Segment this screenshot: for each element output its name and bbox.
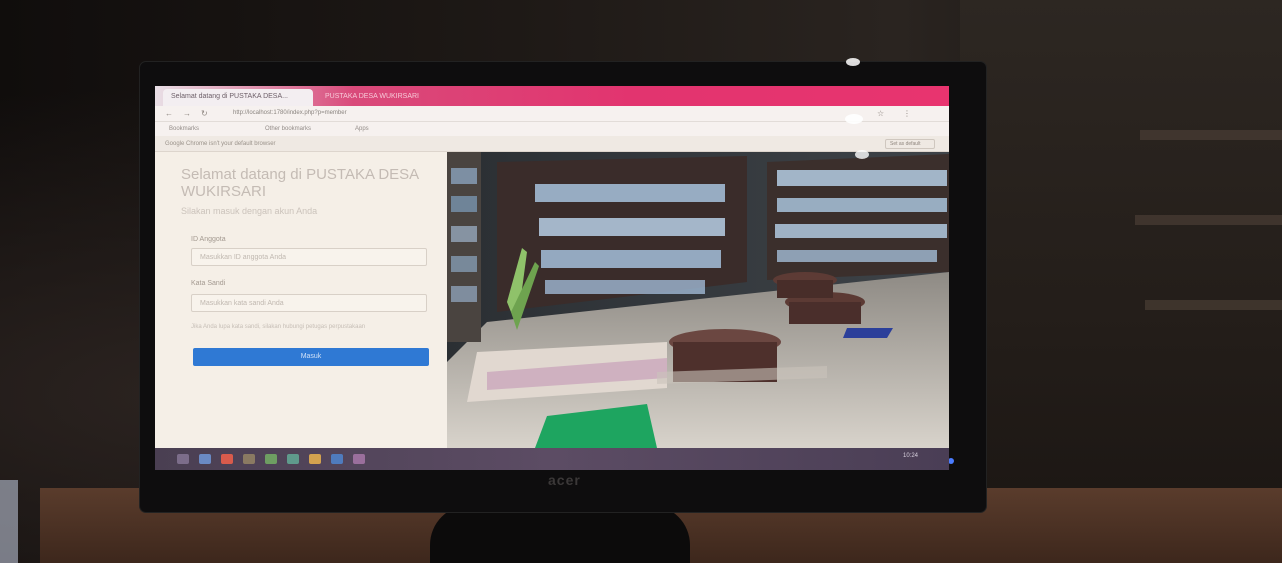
member-id-input[interactable]: Masukkan ID anggota Anda [191,248,427,266]
start-icon[interactable] [177,454,189,464]
taskbar-app-icon[interactable] [265,454,277,464]
bookmark-item[interactable]: Apps [355,126,369,132]
library-scene [447,152,949,448]
screen-glare [845,114,863,124]
bookmark-item[interactable]: Other bookmarks [265,126,311,132]
url-field[interactable]: http://localhost:1780/index.php?p=member [233,110,347,116]
monitor-stand [430,505,690,563]
monitor-brand: acer [548,472,581,488]
login-button[interactable]: Masuk [193,348,429,366]
screen-glare [855,150,869,159]
login-title: Selamat datang di PUSTAKA DESA WUKIRSARI [181,166,419,200]
menu-icon[interactable]: ⋮ [903,109,911,118]
taskbar-app-icon[interactable] [309,454,321,464]
tab-active[interactable]: Selamat datang di PUSTAKA DESA... [163,89,313,106]
login-help-text: Jika Anda lupa kata sandi, silakan hubun… [191,324,366,330]
info-message: Google Chrome isn't your default browser [165,141,276,147]
background-shelf [1145,300,1282,310]
taskbar-app-icon[interactable] [331,454,343,464]
taskbar-app-icon[interactable] [287,454,299,464]
password-input[interactable]: Masukkan kata sandi Anda [191,294,427,312]
taskbar-app-icon[interactable] [243,454,255,464]
login-subtitle: Silakan masuk dengan akun Anda [181,206,318,216]
background-shelf [1135,215,1282,225]
login-panel: Selamat datang di PUSTAKA DESA WUKIRSARI… [155,152,447,448]
taskbar: 10:24 [155,448,949,470]
edge-light [0,480,18,563]
tab-inactive[interactable]: PUSTAKA DESA WUKIRSARI [317,89,487,106]
taskbar-clock: 10:24 [903,453,919,459]
member-id-label: ID Anggota [191,236,226,243]
browser-tab-bar: Selamat datang di PUSTAKA DESA... PUSTAK… [155,86,949,106]
reload-icon[interactable]: ↻ [201,109,208,118]
back-icon[interactable]: ← [165,109,173,118]
address-bar: ← → ↻ http://localhost:1780/index.php?p=… [155,106,949,122]
info-button[interactable]: Set as default [885,139,935,149]
star-icon[interactable]: ☆ [877,109,884,118]
taskbar-app-icon[interactable] [353,454,365,464]
library-photo [447,152,949,448]
password-label: Kata Sandi [191,280,226,287]
taskbar-app-icon[interactable] [221,454,233,464]
ceiling-light-reflection [846,58,860,66]
bookmarks-bar: Bookmarks Other bookmarks Apps [155,122,949,136]
background-shelving [960,0,1282,563]
info-bar: Google Chrome isn't your default browser… [155,136,949,152]
taskbar-app-icon[interactable] [199,454,211,464]
bookmark-item[interactable]: Bookmarks [169,126,199,132]
background-shelf [1140,130,1282,140]
monitor-screen: Selamat datang di PUSTAKA DESA... PUSTAK… [155,86,949,470]
forward-icon[interactable]: → [183,109,191,118]
